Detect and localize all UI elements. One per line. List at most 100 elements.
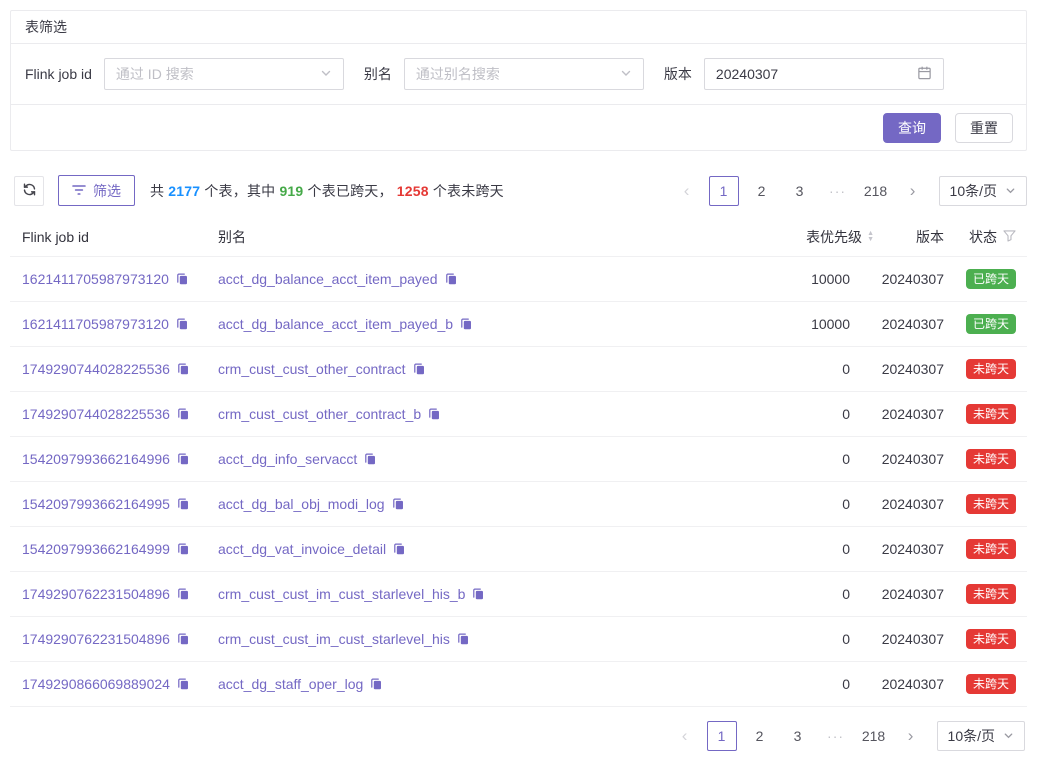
- table: Flink job id 别名 表优先级 ▲▼ 版本 状态: [10, 218, 1027, 707]
- alias-link[interactable]: acct_dg_bal_obj_modi_log: [218, 496, 385, 512]
- alias-link[interactable]: acct_dg_info_servacct: [218, 451, 357, 467]
- flink-job-id-link[interactable]: 1749290762231504896: [22, 586, 170, 602]
- cell-alias: crm_cust_cust_other_contract: [206, 361, 724, 377]
- pagination-page[interactable]: 2: [747, 176, 777, 206]
- field-alias: 别名 通过别名搜索: [364, 58, 644, 90]
- copy-icon[interactable]: [176, 497, 190, 511]
- alias-link[interactable]: crm_cust_cust_im_cust_starlevel_his_b: [218, 586, 465, 602]
- filter-toggle-button[interactable]: 筛选: [58, 175, 135, 206]
- cell-status: 已跨天: [944, 314, 1027, 334]
- alias-link[interactable]: acct_dg_staff_oper_log: [218, 676, 363, 692]
- copy-icon[interactable]: [176, 407, 190, 421]
- copy-icon[interactable]: [176, 452, 190, 466]
- pagination-pages: 123 ··· 218: [709, 176, 891, 206]
- pagination-page[interactable]: 2: [745, 721, 775, 751]
- status-badge: 未跨天: [966, 584, 1016, 604]
- cell-priority: 0: [724, 586, 874, 602]
- copy-icon[interactable]: [444, 272, 458, 286]
- copy-icon[interactable]: [391, 497, 405, 511]
- flink-job-id-link[interactable]: 1749290866069889024: [22, 676, 170, 692]
- column-alias: 别名: [206, 227, 724, 247]
- alias-link[interactable]: crm_cust_cust_other_contract: [218, 361, 406, 377]
- flink-job-id-link[interactable]: 1621411705987973120: [22, 271, 169, 287]
- flink-job-id-link[interactable]: 1542097993662164999: [22, 541, 170, 557]
- pagination-page[interactable]: ···: [823, 176, 853, 206]
- copy-icon[interactable]: [363, 452, 377, 466]
- copy-icon[interactable]: [176, 632, 190, 646]
- copy-icon[interactable]: [369, 677, 383, 691]
- flink-job-id-select[interactable]: 通过 ID 搜索: [104, 58, 344, 90]
- field-version: 版本 20240307: [664, 58, 944, 90]
- reset-button[interactable]: 重置: [955, 113, 1013, 143]
- next-page-button[interactable]: ›: [897, 722, 925, 750]
- flink-job-id-link[interactable]: 1542097993662164996: [22, 451, 170, 467]
- copy-icon[interactable]: [175, 317, 189, 331]
- pagination-page[interactable]: 3: [785, 176, 815, 206]
- flink-job-id-link[interactable]: 1542097993662164995: [22, 496, 170, 512]
- filter-card: 表筛选 Flink job id 通过 ID 搜索 别名 通过别名搜索: [10, 10, 1027, 151]
- copy-icon[interactable]: [412, 362, 426, 376]
- cell-status: 未跨天: [944, 674, 1027, 694]
- copy-icon[interactable]: [176, 677, 190, 691]
- cell-priority: 10000: [724, 316, 874, 332]
- copy-icon[interactable]: [471, 587, 485, 601]
- prev-page-button[interactable]: ‹: [673, 177, 701, 205]
- pagination-pages: 123 ··· 218: [707, 721, 889, 751]
- column-status-label: 状态: [969, 227, 997, 247]
- flink-job-id-link[interactable]: 1621411705987973120: [22, 316, 169, 332]
- copy-icon[interactable]: [176, 362, 190, 376]
- pagination-page[interactable]: 1: [709, 176, 739, 206]
- sort-icon[interactable]: ▲▼: [867, 231, 874, 243]
- pagination-page[interactable]: 218: [861, 176, 891, 206]
- flink-job-id-link[interactable]: 1749290762231504896: [22, 631, 170, 647]
- summary-mid1: 个表，其中: [200, 183, 279, 199]
- alias-select[interactable]: 通过别名搜索: [404, 58, 644, 90]
- refresh-button[interactable]: [14, 176, 44, 206]
- copy-icon[interactable]: [176, 587, 190, 601]
- summary-text: 共 2177 个表，其中 919 个表已跨天， 1258 个表未跨天: [150, 181, 504, 201]
- query-button[interactable]: 查询: [883, 113, 941, 143]
- column-status: 状态: [944, 227, 1027, 247]
- toolbar: 筛选 共 2177 个表，其中 919 个表已跨天， 1258 个表未跨天 ‹ …: [10, 175, 1027, 206]
- cell-status: 已跨天: [944, 269, 1027, 289]
- prev-page-button[interactable]: ‹: [671, 722, 699, 750]
- cell-flink-job-id: 1749290762231504896: [10, 586, 206, 602]
- cell-priority: 0: [724, 451, 874, 467]
- pagination-page[interactable]: 3: [783, 721, 813, 751]
- alias-link[interactable]: crm_cust_cust_im_cust_starlevel_his: [218, 631, 450, 647]
- alias-link[interactable]: acct_dg_balance_acct_item_payed: [218, 271, 438, 287]
- page-size-value: 10条/页: [948, 726, 995, 746]
- page-size-select[interactable]: 10条/页: [937, 721, 1025, 751]
- version-date-input[interactable]: 20240307: [704, 58, 944, 90]
- flink-job-id-link[interactable]: 1749290744028225536: [22, 361, 170, 377]
- table-row: 1749290744028225536 crm_cust_cust_other_…: [10, 347, 1027, 392]
- copy-icon[interactable]: [176, 542, 190, 556]
- cell-priority: 0: [724, 631, 874, 647]
- column-version: 版本: [874, 227, 944, 247]
- pagination-page[interactable]: ···: [821, 721, 851, 751]
- summary-crossed-count: 919: [279, 183, 303, 199]
- alias-link[interactable]: crm_cust_cust_other_contract_b: [218, 406, 421, 422]
- next-page-button[interactable]: ›: [899, 177, 927, 205]
- copy-icon[interactable]: [175, 272, 189, 286]
- copy-icon[interactable]: [456, 632, 470, 646]
- pagination-page[interactable]: 218: [859, 721, 889, 751]
- cell-alias: crm_cust_cust_im_cust_starlevel_his_b: [206, 586, 724, 602]
- page-size-select[interactable]: 10条/页: [939, 176, 1027, 206]
- cell-alias: acct_dg_balance_acct_item_payed_b: [206, 316, 724, 332]
- cell-version: 20240307: [874, 541, 944, 557]
- table-row: 1542097993662164999 acct_dg_vat_invoice_…: [10, 527, 1027, 572]
- summary-total-count: 2177: [168, 183, 200, 199]
- copy-icon[interactable]: [459, 317, 473, 331]
- cell-version: 20240307: [874, 496, 944, 512]
- copy-icon[interactable]: [392, 542, 406, 556]
- pagination-page[interactable]: 1: [707, 721, 737, 751]
- flink-job-id-link[interactable]: 1749290744028225536: [22, 406, 170, 422]
- alias-link[interactable]: acct_dg_balance_acct_item_payed_b: [218, 316, 453, 332]
- status-badge: 未跨天: [966, 539, 1016, 559]
- copy-icon[interactable]: [427, 407, 441, 421]
- status-badge: 未跨天: [966, 629, 1016, 649]
- flink-job-id-label: Flink job id: [25, 66, 92, 82]
- alias-link[interactable]: acct_dg_vat_invoice_detail: [218, 541, 386, 557]
- filter-funnel-icon[interactable]: [1003, 229, 1016, 245]
